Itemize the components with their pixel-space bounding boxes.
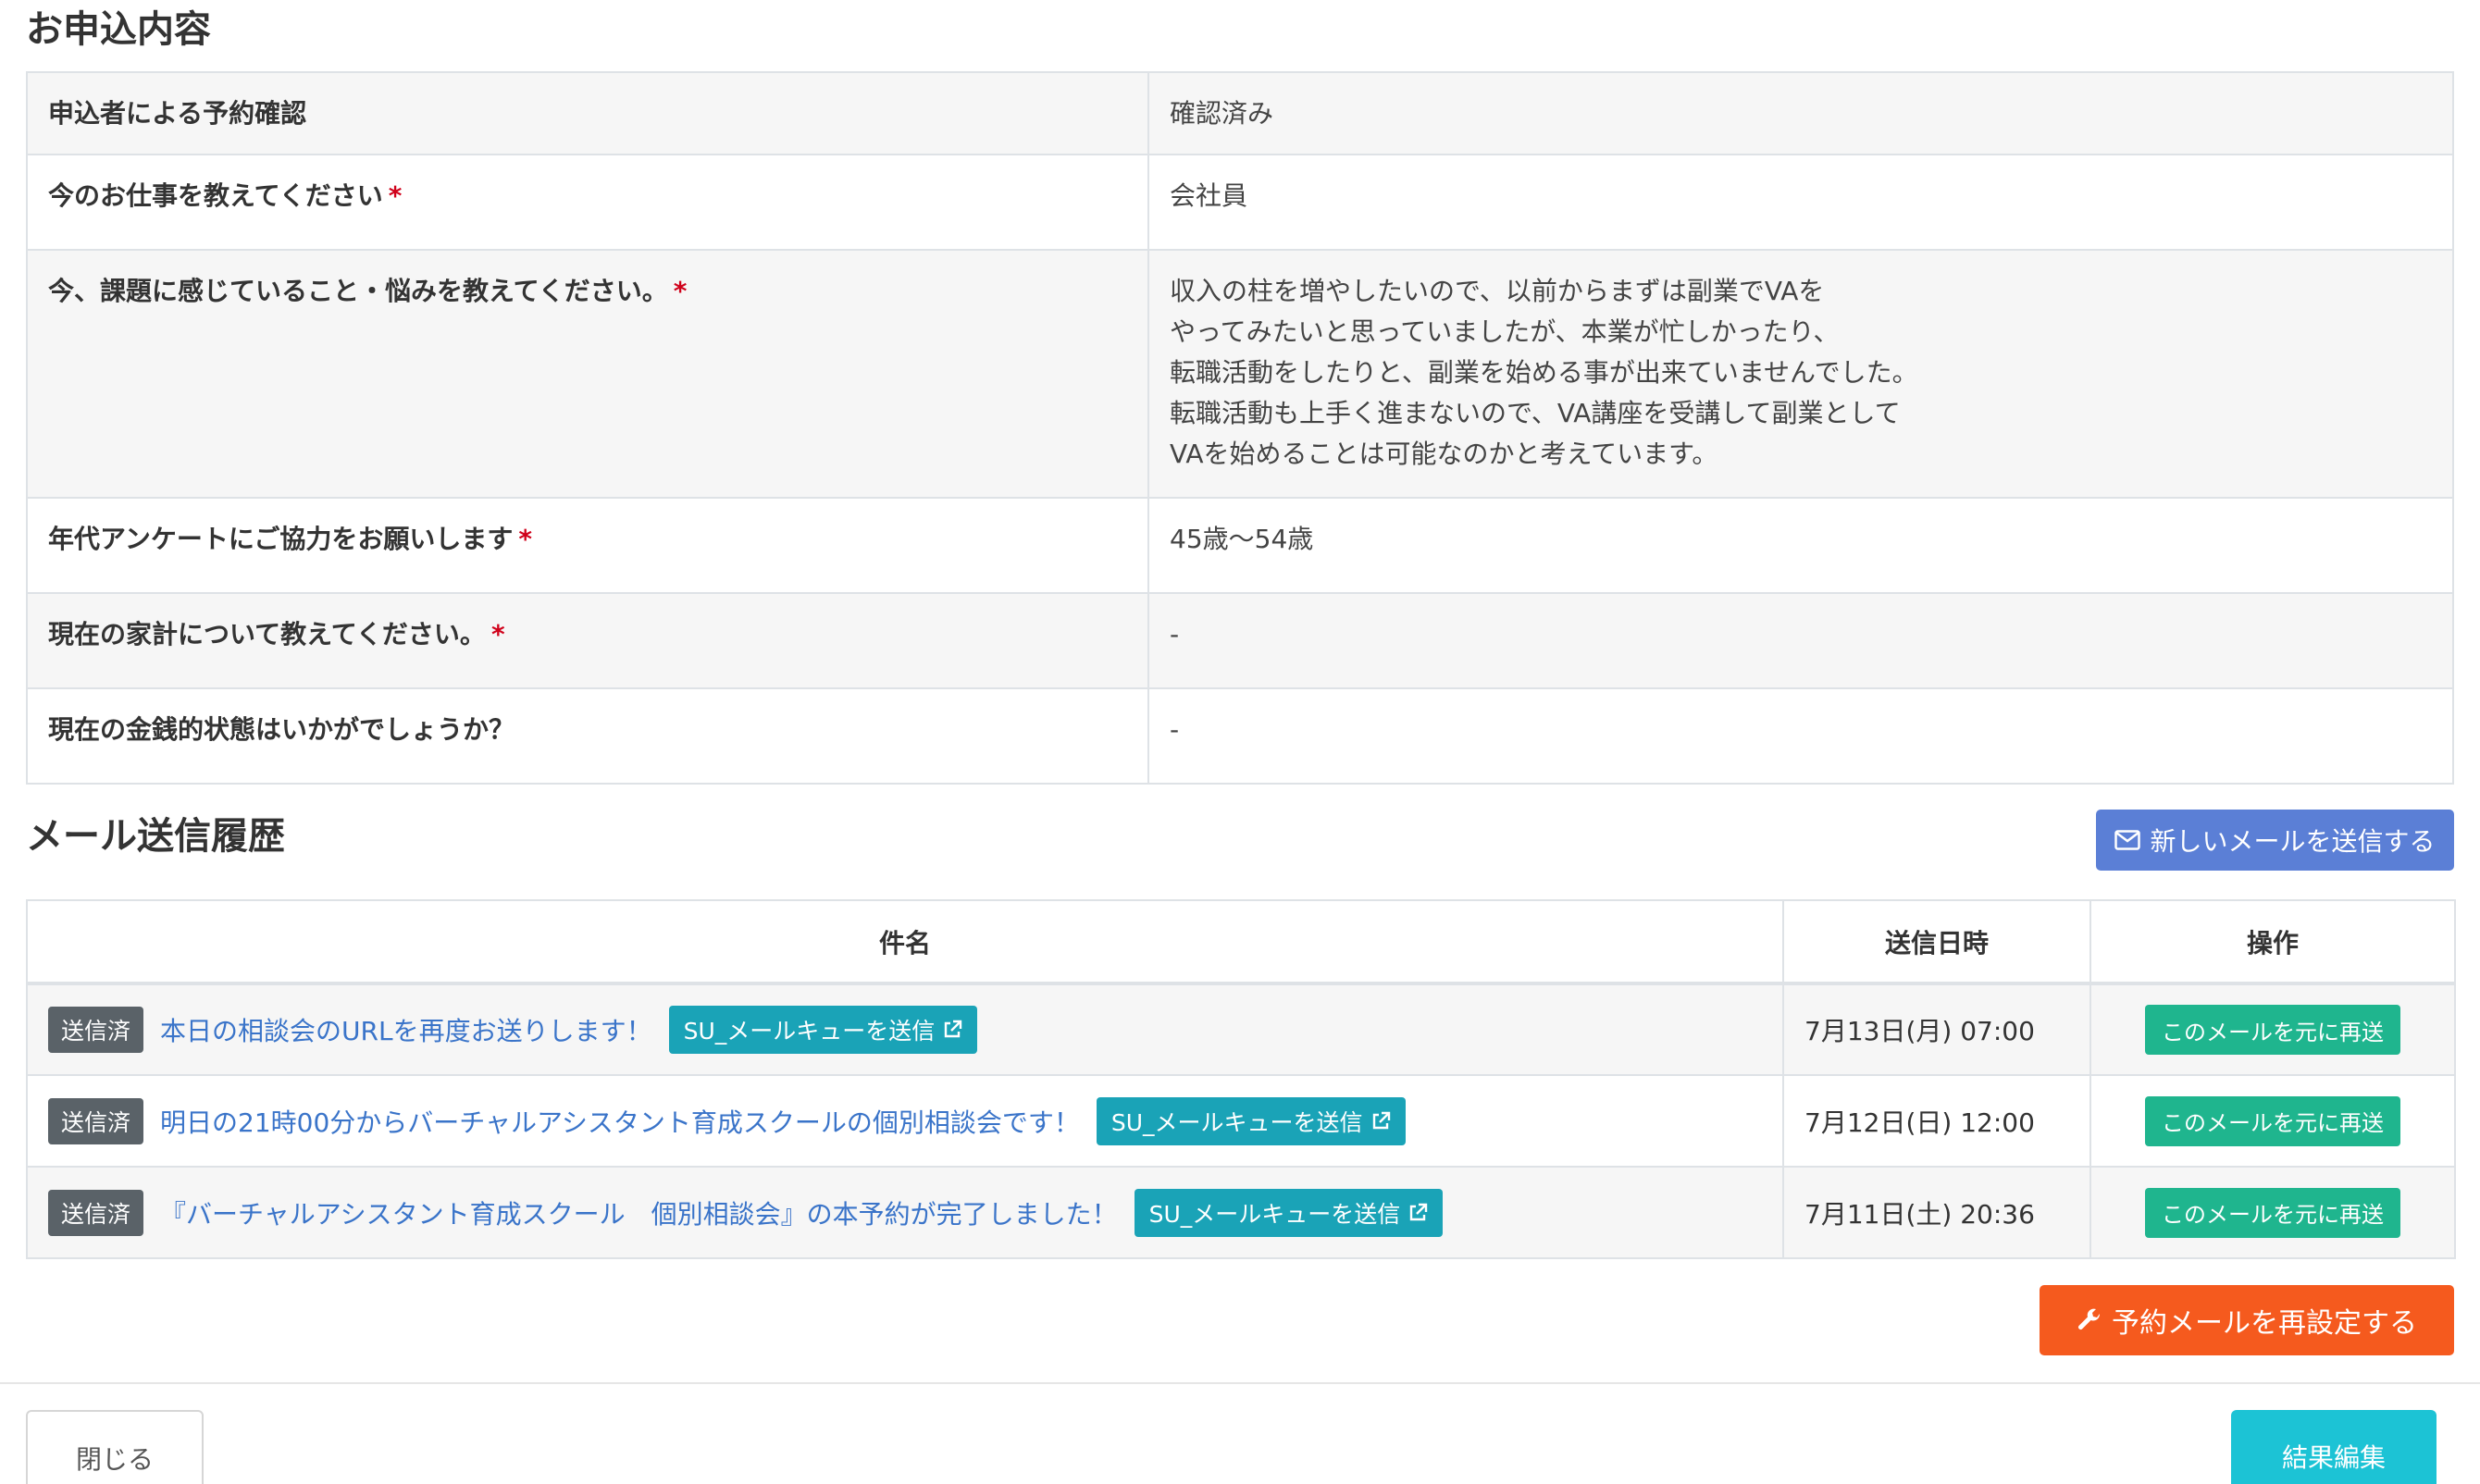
- question-cell: 年代アンケートにご協力をお願いします *: [26, 497, 1149, 594]
- actions-cell: このメールを元に再送: [2089, 1166, 2456, 1259]
- answer-line: 転職活動も上手く進まないので、VA講座を受講して副業として: [1170, 398, 1901, 428]
- mail-subject-link[interactable]: 『バーチャルアシスタント育成スクール 個別相談会』の本予約が完了しました！: [160, 1199, 1118, 1230]
- question-cell: 現在の金銭的状態はいかがでしょうか？: [26, 687, 1149, 785]
- answer-cell: -: [1147, 687, 2454, 785]
- answer-cell: 45歳〜54歳: [1147, 497, 2454, 594]
- send-queue-button[interactable]: SU_メールキューを送信: [668, 1006, 978, 1054]
- mail-subject-link[interactable]: 明日の21時00分からバーチャルアシスタント育成スクールの個別相談会です！: [160, 1107, 1080, 1138]
- subject-cell: 送信済 本日の相談会のURLを再度お送りします！ SU_メールキューを送信: [26, 983, 1784, 1076]
- envelope-icon: [2114, 830, 2141, 850]
- close-button[interactable]: 閉じる: [26, 1410, 204, 1484]
- resend-button[interactable]: このメールを元に再送: [2145, 1005, 2400, 1055]
- required-mark: *: [490, 619, 505, 649]
- resend-button[interactable]: このメールを元に再送: [2145, 1187, 2400, 1238]
- answer-line: やってみたいと思っていましたが、本業が忙しかったり、: [1170, 316, 1840, 347]
- actions-cell: このメールを元に再送: [2089, 1074, 2456, 1168]
- application-table: 申込者による予約確認 確認済み 今のお仕事を教えてください * 会社員 今、課題に…: [26, 71, 2454, 785]
- external-link-icon: [1410, 1203, 1428, 1220]
- answer-line: VAを始めることは可能なのかと考えています。: [1170, 439, 1718, 469]
- application-section-title: お申込内容: [26, 8, 211, 51]
- footer-divider: [0, 1382, 2480, 1384]
- column-header-subject: 件名: [26, 899, 1784, 985]
- column-header-sent-at: 送信日時: [1782, 899, 2091, 985]
- application-row: 現在の家計について教えてください。 * -: [26, 592, 2454, 689]
- question-cell: 申込者による予約確認: [26, 71, 1149, 155]
- send-queue-label: SU_メールキューを送信: [1110, 1108, 1363, 1136]
- mail-history-title: メール送信履歴: [26, 815, 285, 858]
- question-label: 今、課題に感じていること・悩みを教えてください。: [48, 276, 668, 306]
- send-queue-button[interactable]: SU_メールキューを送信: [1096, 1096, 1406, 1145]
- mail-history-table: 件名 送信日時 操作 送信済 本日の相談会のURLを再度お送りします！ SU_メール…: [26, 899, 2456, 1259]
- mail-row: 送信済 明日の21時00分からバーチャルアシスタント育成スクールの個別相談会です！…: [26, 1074, 2456, 1168]
- application-row: 年代アンケートにご協力をお願いします * 45歳〜54歳: [26, 497, 2454, 594]
- application-row: 今のお仕事を教えてください * 会社員: [26, 154, 2454, 251]
- sent-at-cell: 7月11日(土) 20:36: [1782, 1166, 2091, 1259]
- question-cell: 現在の家計について教えてください。 *: [26, 592, 1149, 689]
- column-header-actions: 操作: [2089, 899, 2456, 985]
- new-mail-button[interactable]: 新しいメールを送信する: [2096, 810, 2454, 871]
- mail-row: 送信済 本日の相談会のURLを再度お送りします！ SU_メールキューを送信 7月13…: [26, 983, 2456, 1076]
- question-label: 年代アンケートにご協力をお願いします: [48, 524, 514, 554]
- answer-cell: -: [1147, 592, 2454, 689]
- sent-at-cell: 7月13日(月) 07:00: [1782, 983, 2091, 1076]
- answer-text: -: [1170, 714, 1180, 745]
- question-cell: 今、課題に感じていること・悩みを教えてください。 *: [26, 249, 1149, 499]
- status-badge: 送信済: [48, 1097, 144, 1144]
- required-mark: *: [518, 524, 532, 554]
- application-detail-page: お申込内容 申込者による予約確認 確認済み 今のお仕事を教えてください * 会社員: [0, 0, 2480, 1484]
- application-row: 今、課題に感じていること・悩みを教えてください。 * 収入の柱を増やしたいので、以…: [26, 249, 2454, 499]
- answer-line: 収入の柱を増やしたいので、以前からまずは副業でVAを: [1170, 276, 1825, 306]
- status-badge: 送信済: [48, 1189, 144, 1236]
- subject-cell: 送信済 『バーチャルアシスタント育成スクール 個別相談会』の本予約が完了しました！…: [26, 1166, 1784, 1259]
- send-queue-button[interactable]: SU_メールキューを送信: [1134, 1188, 1444, 1237]
- new-mail-button-label: 新しいメールを送信する: [2150, 826, 2436, 857]
- answer-text: 45歳〜54歳: [1170, 524, 1314, 554]
- subject-cell: 送信済 明日の21時00分からバーチャルアシスタント育成スクールの個別相談会です！…: [26, 1074, 1784, 1168]
- send-queue-label: SU_メールキューを送信: [1148, 1200, 1401, 1228]
- answer-text: -: [1170, 619, 1180, 649]
- edit-result-button[interactable]: 結果編集: [2231, 1410, 2437, 1484]
- answer-cell: 会社員: [1147, 154, 2454, 251]
- answer-cell: 収入の柱を増やしたいので、以前からまずは副業でVAを やってみたいと思っていまし…: [1147, 249, 2454, 499]
- required-mark: *: [673, 276, 688, 306]
- answer-text: 確認済み: [1170, 98, 1274, 129]
- answer-cell: 確認済み: [1147, 71, 2454, 155]
- application-row: 現在の金銭的状態はいかがでしょうか？ -: [26, 687, 2454, 785]
- question-label: 申込者による予約確認: [48, 98, 307, 129]
- mail-row: 送信済 『バーチャルアシスタント育成スクール 個別相談会』の本予約が完了しました！…: [26, 1166, 2456, 1259]
- reset-reservation-mail-button[interactable]: 予約メールを再設定する: [2040, 1285, 2454, 1355]
- reset-button-label: 予約メールを再設定する: [2112, 1307, 2417, 1340]
- actions-cell: このメールを元に再送: [2089, 983, 2456, 1076]
- mail-subject-link[interactable]: 本日の相談会のURLを再度お送りします！: [160, 1016, 652, 1046]
- application-row: 申込者による予約確認 確認済み: [26, 71, 2454, 155]
- question-label: 現在の家計について教えてください。: [48, 619, 486, 649]
- send-queue-label: SU_メールキューを送信: [683, 1018, 936, 1045]
- required-mark: *: [388, 180, 403, 211]
- sent-at-cell: 7月12日(日) 12:00: [1782, 1074, 2091, 1168]
- question-label: 今のお仕事を教えてください: [48, 180, 383, 211]
- external-link-icon: [945, 1020, 962, 1038]
- question-label: 現在の金銭的状態はいかがでしょうか？: [48, 714, 515, 745]
- resend-button[interactable]: このメールを元に再送: [2145, 1095, 2400, 1146]
- question-cell: 今のお仕事を教えてください *: [26, 154, 1149, 251]
- wrench-icon: [2078, 1308, 2101, 1329]
- mail-table-header: 件名 送信日時 操作: [26, 899, 2456, 985]
- answer-text: 会社員: [1170, 180, 1248, 211]
- external-link-icon: [1372, 1111, 1390, 1129]
- status-badge: 送信済: [48, 1007, 144, 1053]
- answer-line: 転職活動をしたりと、副業を始める事が出来ていませんでした。: [1170, 357, 1918, 388]
